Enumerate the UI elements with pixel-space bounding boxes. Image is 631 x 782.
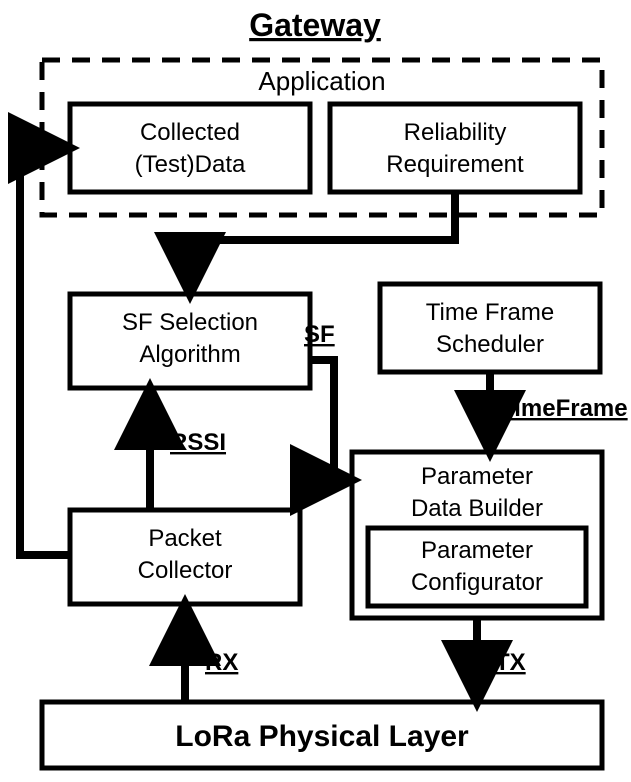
time-frame-scheduler-box: Time Frame Scheduler [380,284,600,372]
tfs-line2: Scheduler [436,331,544,358]
pc-line2: Configurator [411,569,543,596]
edge-label-tx: TX [495,649,526,676]
arrow-reliability-to-sf [190,192,455,292]
phy-layer-box: LoRa Physical Layer [42,702,602,768]
sf-selection-box: SF Selection Algorithm [70,294,310,388]
reliability-line2: Requirement [386,151,524,178]
packet-collector-line2: Collector [138,557,233,584]
pdb-line2: Data Builder [411,495,543,522]
packet-collector-box: Packet Collector [70,510,300,604]
collected-data-box: Collected (Test)Data [70,104,310,192]
arrow-sf-to-pdb [310,360,350,480]
collected-data-line2: (Test)Data [135,151,246,178]
packet-collector-line1: Packet [148,525,222,552]
diagram-title: Gateway [249,7,381,43]
parameter-configurator-box: Parameter Configurator [368,528,586,606]
reliability-requirement-box: Reliability Requirement [330,104,580,192]
tfs-line1: Time Frame [426,299,554,326]
sf-selection-line2: Algorithm [139,341,240,368]
collected-data-line1: Collected [140,119,240,146]
pdb-line1: Parameter [421,463,533,490]
reliability-line1: Reliability [404,119,507,146]
application-label: Application [258,66,385,96]
gateway-diagram: Gateway Application Collected (Test)Data… [0,0,631,782]
edge-label-sf: SF [304,321,335,348]
phy-layer-label: LoRa Physical Layer [175,720,469,753]
parameter-data-builder-box: Parameter Data Builder Parameter Configu… [352,452,602,618]
pc-line1: Parameter [421,537,533,564]
arrow-collector-to-collected [20,148,70,555]
edge-label-timeframe: TimeFrame [500,395,628,422]
edge-label-rx: RX [205,649,238,676]
edge-label-rssi: RSSI [170,429,226,456]
sf-selection-line1: SF Selection [122,309,258,336]
